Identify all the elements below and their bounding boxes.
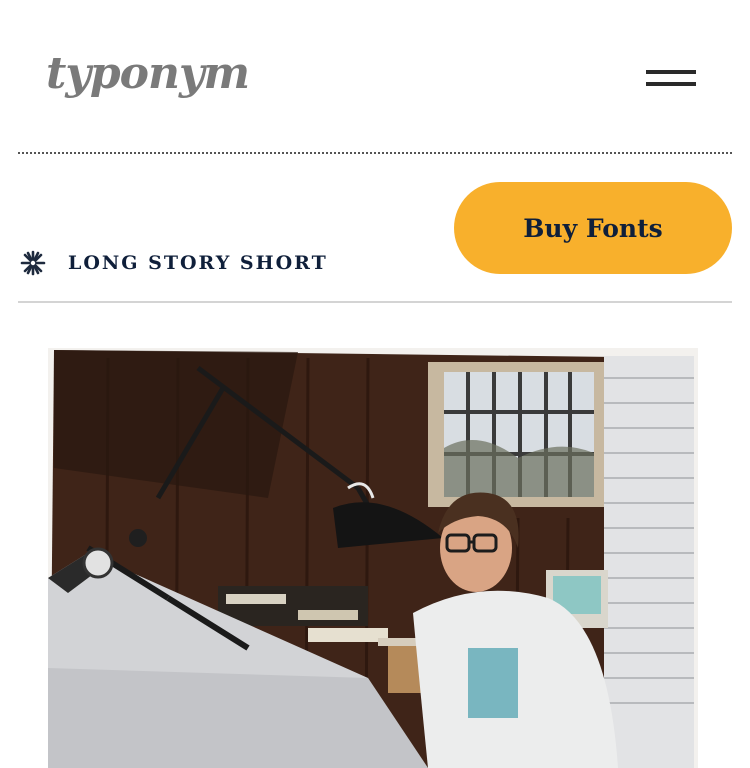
typonym-logo[interactable]: typonym bbox=[46, 52, 250, 96]
section-label-text: LONG STORY SHORT bbox=[68, 252, 328, 274]
studio-photo bbox=[48, 348, 698, 768]
asterisk-star-icon bbox=[20, 250, 46, 276]
section-heading: LONG STORY SHORT bbox=[20, 248, 328, 278]
buy-fonts-button[interactable]: Buy Fonts bbox=[454, 182, 732, 274]
hamburger-menu-icon bbox=[646, 70, 696, 74]
header-dotted-divider bbox=[18, 152, 732, 154]
hamburger-menu-icon-bar bbox=[646, 82, 696, 86]
section-divider bbox=[18, 301, 732, 303]
hamburger-menu-button[interactable] bbox=[646, 70, 696, 90]
